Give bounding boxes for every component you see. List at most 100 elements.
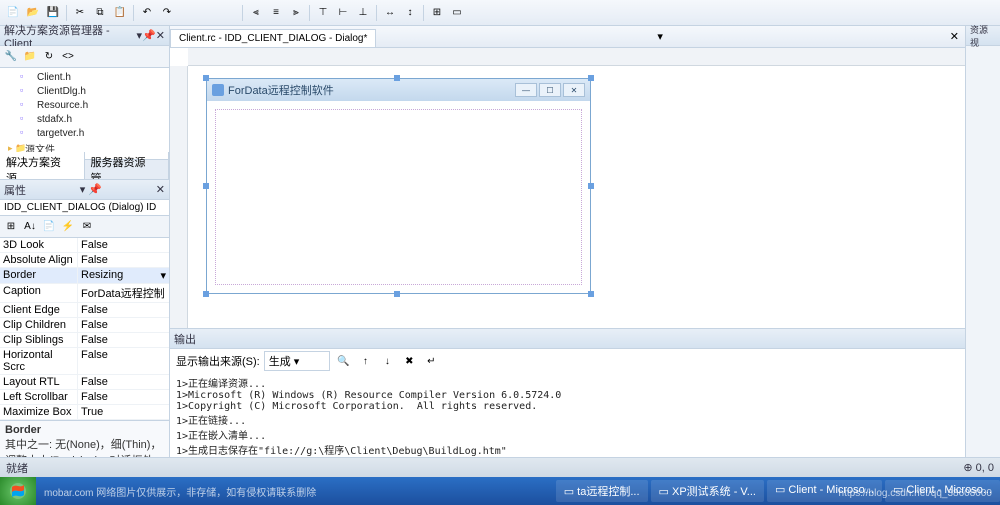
solution-tabs: 解决方案资源... 服务器资源管... (0, 159, 169, 179)
clear-icon[interactable]: ✖ (400, 352, 418, 370)
property-row[interactable]: 3D LookFalse (0, 238, 169, 253)
tree-item[interactable]: ▫ClientDlg.h (0, 84, 169, 98)
ruler-vertical (170, 66, 188, 328)
start-button[interactable] (0, 477, 36, 505)
resize-handle[interactable] (394, 291, 400, 297)
resource-view-tab[interactable]: 资源视 (966, 26, 1000, 46)
align-center-icon[interactable]: ≡ (267, 4, 285, 22)
properties-header: 属性 ▾ 📌 ✕ (0, 180, 169, 200)
tool-save[interactable]: 💾 (44, 4, 62, 22)
events-icon[interactable]: ⚡ (59, 218, 77, 236)
close-icon[interactable]: ✕ (156, 29, 165, 42)
categorized-icon[interactable]: ⊞ (2, 218, 20, 236)
output-src-select[interactable]: 生成 ▾ (264, 351, 331, 371)
alphabetical-icon[interactable]: A↓ (21, 218, 39, 236)
view-code-icon[interactable]: <> (59, 48, 77, 66)
properties-title: 属性 (4, 182, 26, 198)
watermark-left: mobar.com 网络图片仅供展示，非存储，如有侵权请联系删除 (44, 484, 316, 499)
property-row[interactable]: Absolute AlignFalse (0, 253, 169, 268)
watermark-right: https://blog.csdn.net/qq_38608000 (839, 488, 992, 499)
prop-pages-icon[interactable]: 📄 (40, 218, 58, 236)
property-row[interactable]: BorderResizing ▾ (0, 268, 169, 284)
properties-icon[interactable]: 🔧 (2, 48, 20, 66)
tool-new[interactable]: 📄 (4, 4, 22, 22)
grid-icon[interactable]: ⊞ (428, 4, 446, 22)
resize-handle[interactable] (203, 183, 209, 189)
maximize-icon[interactable]: ☐ (539, 83, 561, 97)
minimize-icon[interactable]: — (515, 83, 537, 97)
doc-close-icon[interactable]: ✕ (944, 30, 965, 43)
align-bot-icon[interactable]: ⊥ (354, 4, 372, 22)
align-mid-icon[interactable]: ⊢ (334, 4, 352, 22)
property-row[interactable]: Left ScrollbarFalse (0, 390, 169, 405)
app-icon (212, 84, 224, 96)
find-icon[interactable]: 🔍 (334, 352, 352, 370)
tool-open[interactable]: 📂 (24, 4, 42, 22)
windows-taskbar: mobar.com 网络图片仅供展示，非存储，如有侵权请联系删除 ▭ ta远程控… (0, 477, 1000, 505)
same-height-icon[interactable]: ↕ (401, 4, 419, 22)
goto-next-icon[interactable]: ↓ (378, 352, 396, 370)
properties-toolbar: ⊞ A↓ 📄 ⚡ ✉ (0, 216, 169, 238)
tree-item[interactable]: ▫stdafx.h (0, 112, 169, 126)
refresh-icon[interactable]: ↻ (40, 48, 58, 66)
output-src-label: 显示输出来源(S): (176, 353, 260, 369)
dialog-frame[interactable]: ForData远程控制软件 — ☐ ✕ (206, 78, 591, 294)
prop-desc-title: Border (5, 424, 41, 436)
pin-icon[interactable]: 📌 (142, 29, 156, 42)
property-row[interactable]: Maximize BoxTrue (0, 405, 169, 420)
align-left-icon[interactable]: ⫷ (247, 4, 265, 22)
output-text[interactable]: 1>正在编译资源... 1>Microsoft (R) Windows (R) … (170, 373, 965, 458)
property-row[interactable]: Layout RTLFalse (0, 375, 169, 390)
output-source-bar: 显示输出来源(S): 生成 ▾ 🔍 ↑ ↓ ✖ ↵ (170, 349, 965, 373)
resize-handle[interactable] (588, 75, 594, 81)
taskbar-item[interactable]: ▭ XP测试系统 - V... (651, 480, 764, 502)
dialog-designer[interactable]: ForData远程控制软件 — ☐ ✕ (170, 48, 965, 328)
property-row[interactable]: Horizontal ScrcFalse (0, 348, 169, 375)
right-sidebar: 资源视 (965, 26, 1000, 478)
tool-redo[interactable]: ↷ (158, 4, 176, 22)
resize-handle[interactable] (203, 291, 209, 297)
resize-handle[interactable] (588, 291, 594, 297)
goto-prev-icon[interactable]: ↑ (356, 352, 374, 370)
property-row[interactable]: Client EdgeFalse (0, 303, 169, 318)
property-row[interactable]: Clip ChildrenFalse (0, 318, 169, 333)
main-toolbar: 📄 📂 💾 ✂ ⧉ 📋 ↶ ↷ ⫷ ≡ ⫸ ⊤ ⊢ ⊥ ↔ ↕ ⊞ ▭ (0, 0, 1000, 26)
ruler-horizontal (188, 48, 965, 66)
dialog-client-area[interactable] (215, 109, 582, 285)
solution-tree: ▫Client.h▫ClientDlg.h▫Resource.h▫stdafx.… (0, 68, 169, 159)
close-icon[interactable]: ✕ (563, 83, 585, 97)
solution-toolbar: 🔧 📁 ↻ <> (0, 46, 169, 68)
status-bar: 就绪 ⊕ 0, 0 (0, 457, 1000, 477)
tree-item[interactable]: ▫targetver.h (0, 126, 169, 140)
resize-handle[interactable] (588, 183, 594, 189)
align-right-icon[interactable]: ⫸ (287, 4, 305, 22)
tree-item[interactable]: ▫Client.h (0, 70, 169, 84)
property-object[interactable]: IDD_CLIENT_DIALOG (Dialog) ID (0, 200, 169, 216)
output-header: 输出 (170, 329, 965, 349)
dialog-titlebar: ForData远程控制软件 — ☐ ✕ (207, 79, 590, 101)
messages-icon[interactable]: ✉ (78, 218, 96, 236)
wrap-icon[interactable]: ↵ (422, 352, 440, 370)
status-coords: ⊕ 0, 0 (963, 461, 994, 474)
test-dialog-icon[interactable]: ▭ (448, 4, 466, 22)
property-row[interactable]: CaptionForData远程控制 (0, 284, 169, 303)
taskbar-item[interactable]: ▭ ta远程控制... (556, 480, 648, 502)
doc-tab-active[interactable]: Client.rc - IDD_CLIENT_DIALOG - Dialog* (170, 29, 376, 47)
tool-copy[interactable]: ⧉ (91, 4, 109, 22)
tool-cut[interactable]: ✂ (71, 4, 89, 22)
resize-handle[interactable] (203, 75, 209, 81)
doc-dropdown-icon[interactable]: ▾ (651, 30, 669, 43)
resize-handle[interactable] (394, 75, 400, 81)
dialog-caption: ForData远程控制软件 (228, 82, 334, 98)
align-top-icon[interactable]: ⊤ (314, 4, 332, 22)
document-tabs: Client.rc - IDD_CLIENT_DIALOG - Dialog* … (170, 26, 965, 48)
tree-item[interactable]: ▫Resource.h (0, 98, 169, 112)
same-width-icon[interactable]: ↔ (381, 4, 399, 22)
pin-icon[interactable]: ▾ 📌 (80, 183, 102, 196)
show-all-icon[interactable]: 📁 (21, 48, 39, 66)
close-icon[interactable]: ✕ (156, 183, 165, 196)
output-title: 输出 (174, 331, 196, 347)
property-row[interactable]: Clip SiblingsFalse (0, 333, 169, 348)
tool-undo[interactable]: ↶ (138, 4, 156, 22)
tool-paste[interactable]: 📋 (111, 4, 129, 22)
